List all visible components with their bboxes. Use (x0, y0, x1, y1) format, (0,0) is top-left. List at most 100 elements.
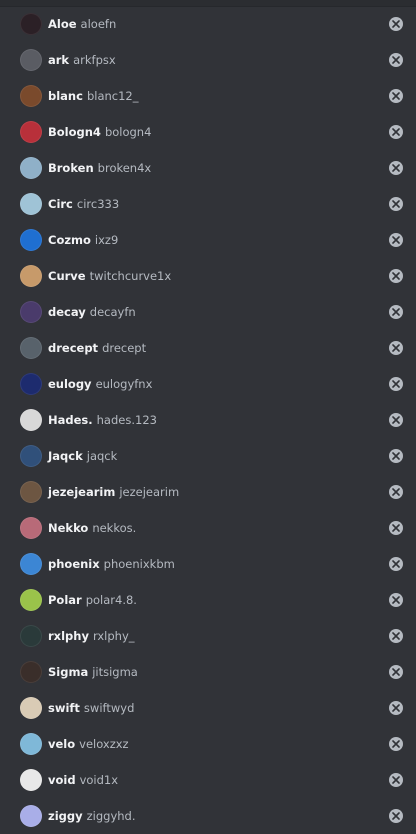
display-name: phoenix (48, 557, 100, 571)
close-circle-icon[interactable] (389, 341, 403, 355)
list-item[interactable]: Bologn4 bologn4 (0, 114, 416, 150)
close-circle-icon[interactable] (389, 485, 403, 499)
close-circle-icon[interactable] (389, 629, 403, 643)
display-name: Bologn4 (48, 125, 101, 139)
username: drecept (102, 341, 147, 355)
display-name: ark (48, 53, 70, 67)
list-item[interactable]: drecept drecept (0, 330, 416, 366)
list-item[interactable]: Aloe aloefn (0, 6, 416, 42)
list-item[interactable]: Circ circ333 (0, 186, 416, 222)
username: blanc12_ (86, 89, 139, 103)
member-names: Bologn4 bologn4 (48, 114, 151, 150)
list-item[interactable]: velo veloxzxz (0, 726, 416, 762)
avatar[interactable] (20, 805, 42, 827)
close-circle-icon[interactable] (389, 413, 403, 427)
avatar[interactable] (20, 625, 42, 647)
avatar[interactable] (20, 409, 42, 431)
display-name: void (48, 773, 76, 787)
list-item[interactable]: Polar polar4.8. (0, 582, 416, 618)
avatar[interactable] (20, 481, 42, 503)
display-name: Broken (48, 161, 94, 175)
member-names: blanc blanc12_ (48, 78, 139, 114)
list-item[interactable]: decay decayfn (0, 294, 416, 330)
avatar[interactable] (20, 157, 42, 179)
close-circle-icon[interactable] (389, 89, 403, 103)
username: circ333 (76, 197, 120, 211)
list-item[interactable]: Curve twitchcurve1x (0, 258, 416, 294)
username: jaqck (86, 449, 118, 463)
close-circle-icon[interactable] (389, 125, 403, 139)
list-item[interactable]: jezejearim jezejearim (0, 474, 416, 510)
close-circle-icon[interactable] (389, 665, 403, 679)
avatar[interactable] (20, 301, 42, 323)
list-item[interactable]: Hades. hades.123 (0, 402, 416, 438)
username: polar4.8. (85, 593, 137, 607)
close-circle-icon[interactable] (389, 269, 403, 283)
list-item[interactable]: Cozmo ixz9 (0, 222, 416, 258)
avatar[interactable] (20, 229, 42, 251)
display-name: drecept (48, 341, 99, 355)
list-item[interactable]: Nekko nekkos. (0, 510, 416, 546)
avatar[interactable] (20, 661, 42, 683)
close-circle-icon[interactable] (389, 53, 403, 67)
member-list: Aloe aloefn ark arkfpsx blanc blanc12_ B… (0, 6, 416, 834)
display-name: Nekko (48, 521, 89, 535)
close-circle-icon[interactable] (389, 377, 403, 391)
avatar[interactable] (20, 265, 42, 287)
display-name: jezejearim (48, 485, 116, 499)
list-item[interactable]: blanc blanc12_ (0, 78, 416, 114)
close-circle-icon[interactable] (389, 593, 403, 607)
avatar[interactable] (20, 121, 42, 143)
username: bologn4 (104, 125, 152, 139)
close-circle-icon[interactable] (389, 17, 403, 31)
close-circle-icon[interactable] (389, 521, 403, 535)
close-circle-icon[interactable] (389, 557, 403, 571)
list-item[interactable]: rxlphy rxlphy_ (0, 618, 416, 654)
avatar[interactable] (20, 13, 42, 35)
avatar[interactable] (20, 517, 42, 539)
display-name: rxlphy (48, 629, 89, 643)
username: eulogyfnx (95, 377, 153, 391)
list-item[interactable]: void void1x (0, 762, 416, 798)
list-item[interactable]: eulogy eulogyfnx (0, 366, 416, 402)
avatar[interactable] (20, 85, 42, 107)
username: hades.123 (96, 413, 157, 427)
list-item[interactable]: Jaqck jaqck (0, 438, 416, 474)
avatar[interactable] (20, 373, 42, 395)
close-circle-icon[interactable] (389, 737, 403, 751)
avatar[interactable] (20, 553, 42, 575)
member-names: ark arkfpsx (48, 42, 116, 78)
list-item[interactable]: Sigma jitsigma (0, 654, 416, 690)
avatar[interactable] (20, 193, 42, 215)
member-names: Curve twitchcurve1x (48, 258, 171, 294)
avatar[interactable] (20, 769, 42, 791)
member-names: decay decayfn (48, 294, 136, 330)
member-names: phoenix phoenixkbm (48, 546, 175, 582)
list-item[interactable]: ark arkfpsx (0, 42, 416, 78)
close-circle-icon[interactable] (389, 701, 403, 715)
username: nekkos. (92, 521, 137, 535)
username: veloxzxz (79, 737, 129, 751)
avatar[interactable] (20, 589, 42, 611)
close-circle-icon[interactable] (389, 161, 403, 175)
avatar[interactable] (20, 337, 42, 359)
avatar[interactable] (20, 445, 42, 467)
member-names: Polar polar4.8. (48, 582, 137, 618)
close-circle-icon[interactable] (389, 773, 403, 787)
username: jezejearim (119, 485, 180, 499)
close-circle-icon[interactable] (389, 449, 403, 463)
avatar[interactable] (20, 49, 42, 71)
list-item[interactable]: Broken broken4x (0, 150, 416, 186)
close-circle-icon[interactable] (389, 197, 403, 211)
close-circle-icon[interactable] (389, 305, 403, 319)
username: aloefn (80, 17, 117, 31)
list-item[interactable]: phoenix phoenixkbm (0, 546, 416, 582)
username: jitsigma (92, 665, 138, 679)
member-names: eulogy eulogyfnx (48, 366, 152, 402)
avatar[interactable] (20, 733, 42, 755)
avatar[interactable] (20, 697, 42, 719)
close-circle-icon[interactable] (389, 809, 403, 823)
list-item[interactable]: swift swiftwyd (0, 690, 416, 726)
close-circle-icon[interactable] (389, 233, 403, 247)
member-names: jezejearim jezejearim (48, 474, 179, 510)
